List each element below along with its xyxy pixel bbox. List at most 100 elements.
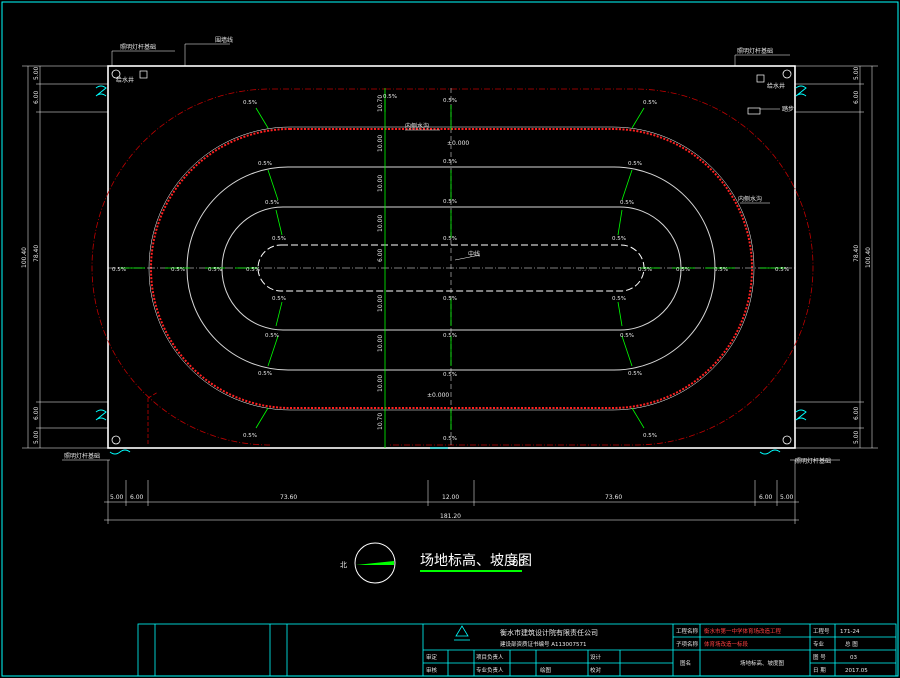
- slope-label: 0.5%: [243, 100, 257, 106]
- project-value: 衡水市第一中学体育场改造工程: [704, 627, 782, 635]
- slope-label: 0.5%: [714, 267, 728, 273]
- bottom-dim-6: 6.00: [759, 494, 773, 501]
- project-no-label: 工程号: [813, 627, 830, 635]
- slope-label: 0.5%: [272, 236, 286, 242]
- drawing-scale: 00: [512, 558, 525, 569]
- role-label: 设计: [590, 653, 602, 661]
- slope-label: 0.5%: [171, 267, 185, 273]
- slope-label: 0.5%: [243, 433, 257, 439]
- light-pole-br: [782, 435, 792, 445]
- slope-label: 0.5%: [443, 199, 457, 205]
- label-steps: 踏步: [782, 105, 794, 113]
- steps-box: [747, 107, 761, 115]
- role-label: 绘图: [540, 666, 552, 674]
- sub-value: 体育场改造一标段: [704, 640, 749, 648]
- dim-label: 10.70: [377, 413, 384, 430]
- date-label: 日 期: [813, 667, 826, 674]
- sheet-value: 03: [850, 655, 857, 661]
- label-drain-left: 内侧水沟: [405, 122, 429, 130]
- slope-label: 0.5%: [112, 267, 126, 273]
- date-value: 2017.05: [845, 668, 868, 674]
- cert-number: 建设部资质证书编号 A113007571: [500, 640, 587, 648]
- slope-label: 0.5%: [443, 296, 457, 302]
- slope-label: 0.5%: [258, 161, 272, 167]
- water-well-tl: [139, 70, 148, 79]
- bottom-dim-3: 73.60: [280, 494, 297, 501]
- north-arrow-icon: [356, 561, 394, 565]
- right-dim-2: 6.00: [853, 90, 860, 104]
- slope-label: 0.5%: [643, 100, 657, 106]
- slope-label: 0.5%: [620, 333, 634, 339]
- label-wall: 围墙线: [215, 36, 233, 44]
- slope-label: 0.5%: [272, 296, 286, 302]
- role-label: 校对: [590, 666, 602, 674]
- slope-label: 0.5%: [443, 372, 457, 378]
- bottom-dim-1: 5.00: [110, 494, 124, 501]
- slope-label: 0.5%: [443, 236, 457, 242]
- center-dims: 10.70 10.00 10.00 10.00 6.00 10.00 10.00…: [377, 95, 384, 430]
- label-elev-bottom: ±0.000: [427, 392, 449, 399]
- light-pole-tr: [782, 69, 792, 79]
- sheet-label: 图 号: [813, 653, 826, 661]
- dim-label: 10.00: [377, 135, 384, 152]
- dim-label: 10.00: [377, 335, 384, 352]
- sub-label: 子项名称: [676, 640, 699, 648]
- cad-drawing: 照明灯杆基础 围墙线 照明灯杆基础 给水井 给水井 踏步 内侧水沟 内侧水沟 ±…: [1, 1, 899, 677]
- bottom-dim-4: 12.00: [442, 494, 459, 501]
- slope-label: 0.5%: [638, 267, 652, 273]
- slope-label: 0.5%: [628, 371, 642, 377]
- left-dim-5: 5.00: [33, 430, 40, 444]
- dim-label: 10.70: [377, 95, 384, 112]
- project-label: 工程名称: [676, 627, 699, 635]
- slope-label: 0.5%: [443, 436, 457, 442]
- label-elev-top: ±0.000: [447, 140, 469, 147]
- role-label: 审核: [426, 666, 438, 674]
- role-label: 审定: [426, 653, 438, 661]
- right-dim-total: 100.40: [865, 247, 872, 268]
- drawing-name-label: 图名: [680, 659, 691, 667]
- slope-label: 0.5%: [676, 267, 690, 273]
- left-dim-total: 100.40: [21, 247, 28, 268]
- slope-label: 0.5%: [612, 296, 626, 302]
- bottom-dim-5: 73.60: [605, 494, 622, 501]
- left-dim-1: 5.00: [33, 66, 40, 80]
- dim-label: 10.00: [377, 295, 384, 312]
- right-dim-1: 5.00: [853, 66, 860, 80]
- dim-label: 10.00: [377, 175, 384, 192]
- slope-label: 0.5%: [775, 267, 789, 273]
- left-dim-2: 6.00: [33, 90, 40, 104]
- red-track: [150, 128, 753, 409]
- label-light-tr: 照明灯杆基础: [737, 47, 773, 55]
- logo-icon: [454, 625, 470, 641]
- drawing-name-value: 场地标高、坡度图: [740, 659, 785, 667]
- slope-label: 0.5%: [383, 94, 397, 100]
- project-no-value: 171-24: [840, 629, 860, 635]
- right-dim-3: 78.40: [853, 245, 860, 262]
- slope-label: 0.5%: [443, 159, 457, 165]
- dim-label: 6.00: [377, 248, 384, 262]
- water-well-tr: [756, 74, 765, 83]
- dim-label: 10.00: [377, 375, 384, 392]
- role-label: 项目负责人: [476, 653, 504, 661]
- bottom-dim-2: 6.00: [130, 494, 144, 501]
- left-dim-4: 6.00: [33, 406, 40, 420]
- slope-label: 0.5%: [265, 333, 279, 339]
- slope-label: 0.5%: [643, 433, 657, 439]
- right-dim-5: 5.00: [853, 430, 860, 444]
- label-water-tl: 给水井: [116, 76, 134, 84]
- track-edge: [148, 126, 755, 411]
- label-water-tr: 给水井: [767, 82, 785, 90]
- right-dim-4: 6.00: [853, 406, 860, 420]
- bottom-dim-7: 5.00: [780, 494, 794, 501]
- label-light-tl: 照明灯杆基础: [120, 43, 156, 51]
- spec-label: 专业: [813, 640, 825, 648]
- slope-label: 0.5%: [208, 267, 222, 273]
- light-pole-bl: [111, 435, 121, 445]
- label-centerline: 中线: [468, 250, 480, 258]
- role-label: 专业负责人: [476, 666, 504, 674]
- label-light-bl: 照明灯杆基础: [64, 452, 100, 460]
- company-name: 衡水市建筑设计院有限责任公司: [500, 628, 598, 637]
- slope-label: 0.5%: [265, 200, 279, 206]
- site-boundary: [107, 65, 796, 449]
- label-drain-right: 内侧水沟: [738, 195, 762, 203]
